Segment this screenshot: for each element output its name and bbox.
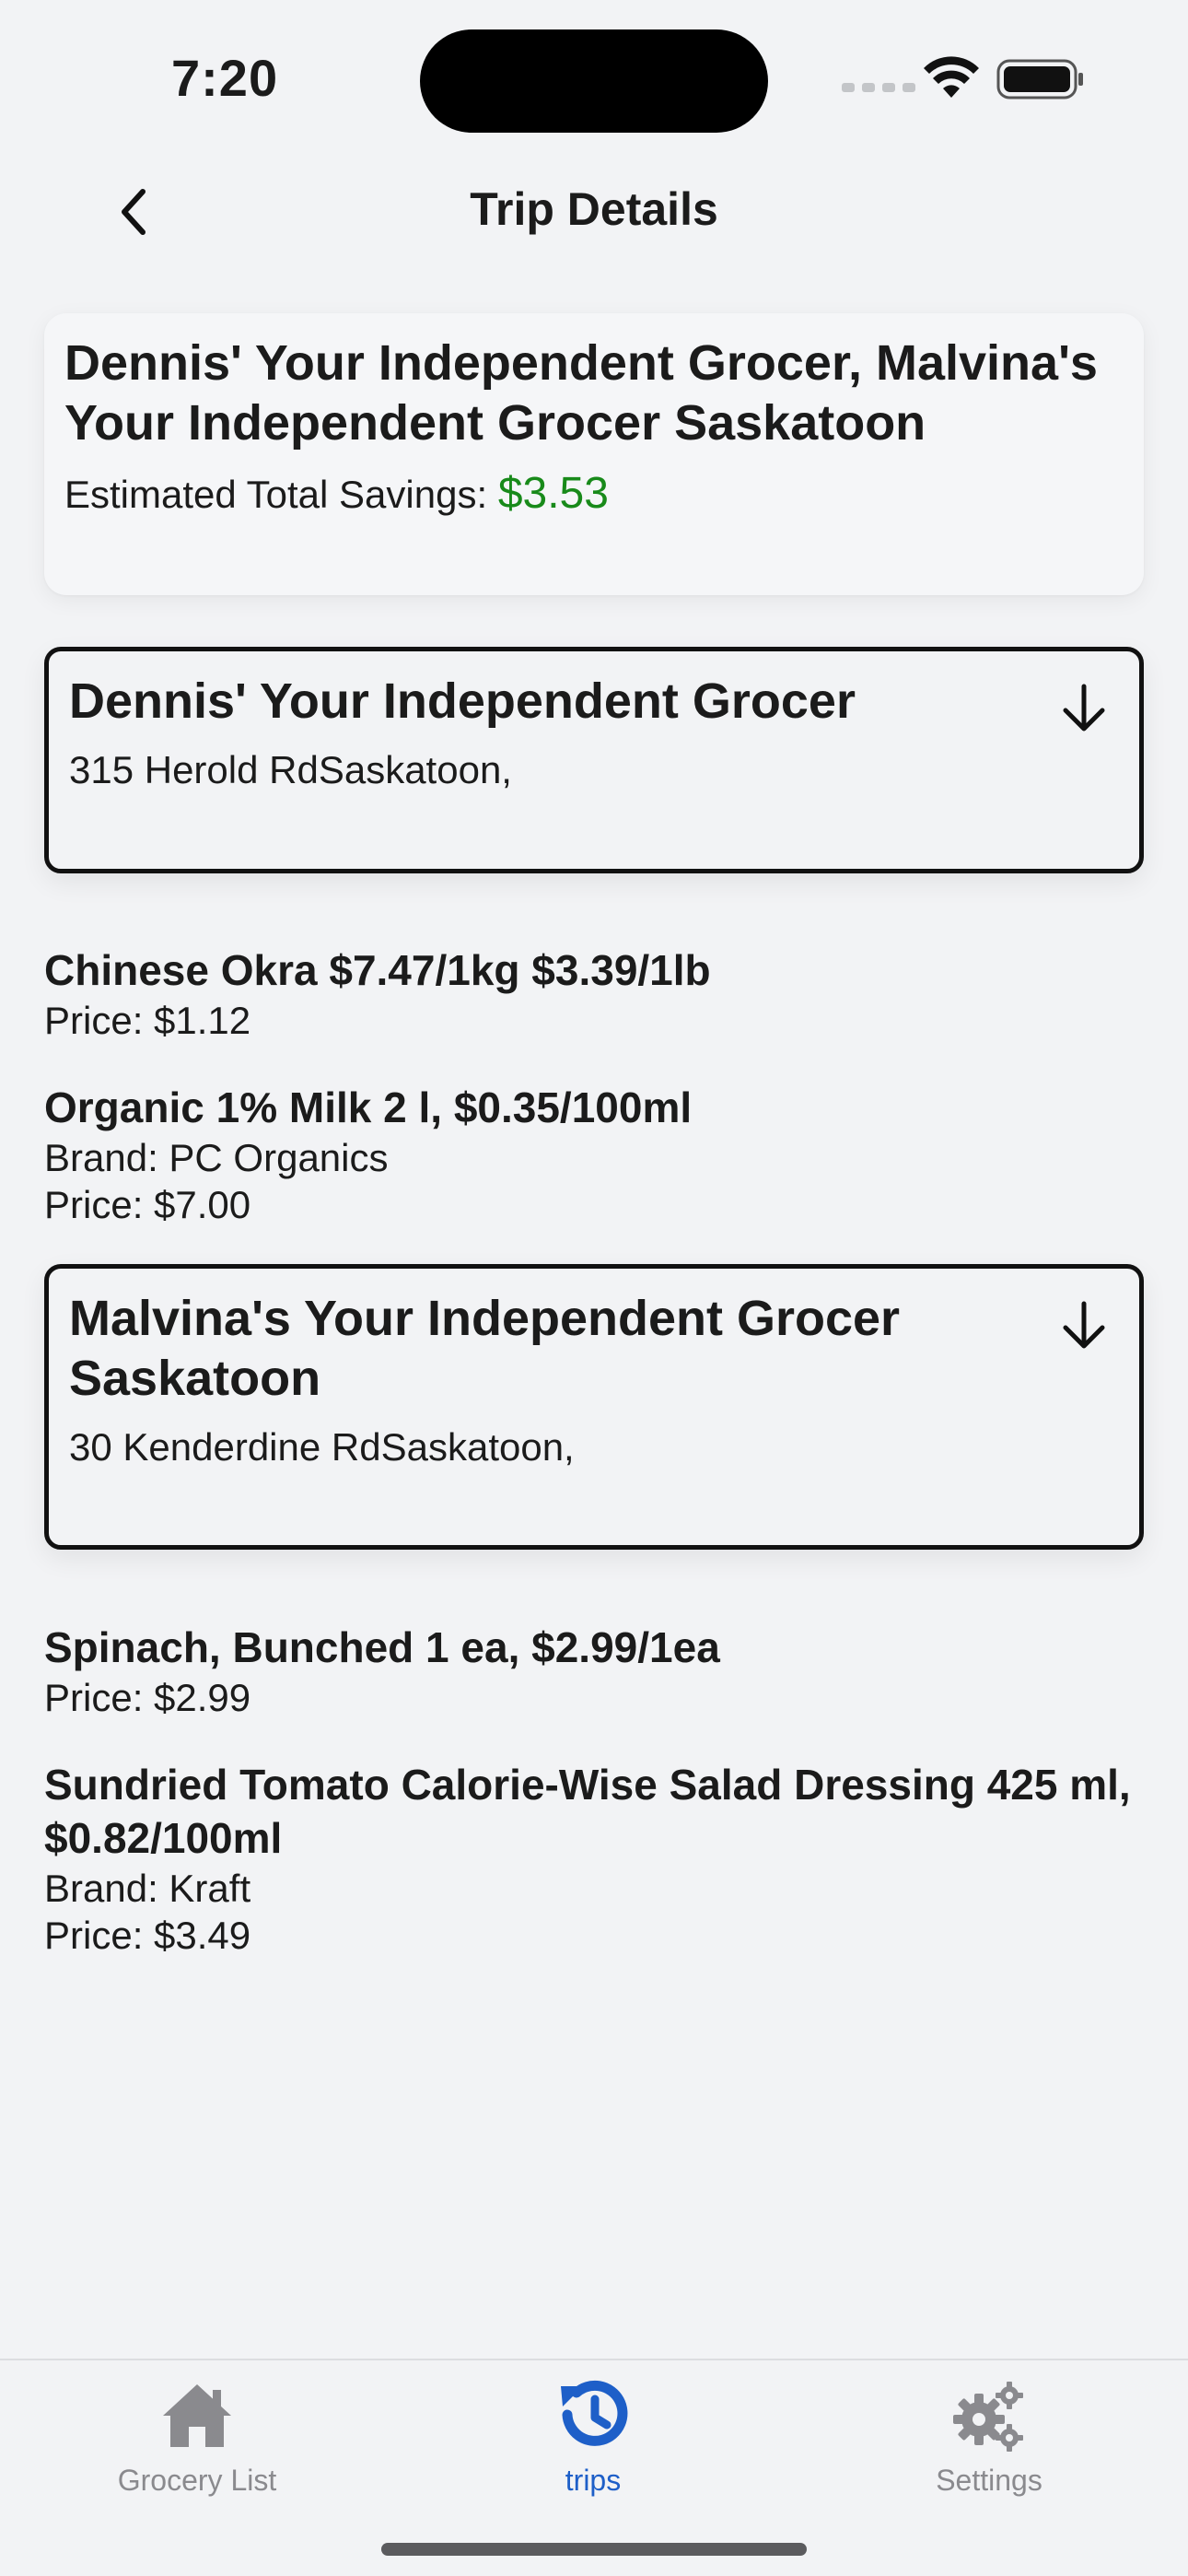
item-price: Price: $3.49	[44, 1914, 251, 1957]
trip-summary-card: Dennis' Your Independent Grocer, Malvina…	[44, 313, 1144, 595]
savings-value: $3.53	[497, 469, 609, 518]
status-time: 7:20	[171, 49, 279, 107]
item-name: Chinese Okra $7.47/1kg $3.39/1lb	[44, 946, 711, 994]
store-name: Malvina's Your Independent Grocer Saskat…	[69, 1291, 901, 1406]
list-item: Organic 1% Milk 2 l, $0.35/100ml Brand: …	[44, 1081, 1144, 1228]
tab-settings[interactable]: Settings	[851, 2373, 1127, 2512]
home-indicator[interactable]	[381, 2543, 807, 2556]
tab-label: trips	[565, 2464, 622, 2497]
store-card[interactable]: Malvina's Your Independent Grocer Saskat…	[44, 1264, 1144, 1550]
estimated-savings: Estimated Total Savings: $3.53	[64, 468, 1124, 521]
page-title: Trip Details	[470, 183, 718, 235]
arrow-down-icon[interactable]	[1056, 1298, 1112, 1353]
item-name: Sundried Tomato Calorie-Wise Salad Dress…	[44, 1761, 1131, 1862]
history-icon	[561, 2380, 628, 2446]
item-price: Price: $1.12	[44, 999, 251, 1042]
item-price: Price: $2.99	[44, 1676, 251, 1719]
home-icon	[163, 2384, 231, 2447]
gears-icon	[953, 2382, 1023, 2452]
battery-icon	[996, 59, 1083, 100]
item-brand: Brand: PC Organics	[44, 1136, 389, 1179]
item-name: Organic 1% Milk 2 l, $0.35/100ml	[44, 1083, 693, 1131]
list-item: Spinach, Bunched 1 ea, $2.99/1ea Price: …	[44, 1621, 1144, 1721]
tab-trips[interactable]: trips	[455, 2373, 731, 2512]
item-name: Spinach, Bunched 1 ea, $2.99/1ea	[44, 1623, 720, 1671]
store-address: 315 Herold RdSaskatoon,	[69, 748, 512, 791]
savings-label: Estimated Total Savings:	[64, 473, 498, 516]
status-bar: 7:20	[0, 0, 1188, 147]
item-price: Price: $7.00	[44, 1183, 251, 1226]
store-address: 30 Kenderdine RdSaskatoon,	[69, 1425, 575, 1469]
store-name: Dennis' Your Independent Grocer	[69, 673, 856, 729]
store-card[interactable]: Dennis' Your Independent Grocer 315 Hero…	[44, 647, 1144, 873]
trip-details-screen: 7:20 Trip Details Dennis' Your Independe…	[0, 0, 1188, 2576]
trip-stores-title: Dennis' Your Independent Grocer, Malvina…	[64, 335, 1098, 451]
wifi-icon	[924, 56, 979, 98]
arrow-down-icon[interactable]	[1056, 681, 1112, 736]
cellular-signal-icon	[842, 83, 915, 92]
list-item: Chinese Okra $7.47/1kg $3.39/1lb Price: …	[44, 943, 1144, 1044]
tab-label: Grocery List	[117, 2464, 277, 2497]
item-brand: Brand: Kraft	[44, 1867, 251, 1910]
dynamic-island	[420, 29, 768, 133]
navigation-bar: Trip Details	[0, 166, 1188, 258]
tab-grocery-list[interactable]: Grocery List	[59, 2373, 335, 2512]
list-item: Sundried Tomato Calorie-Wise Salad Dress…	[44, 1758, 1144, 1959]
tab-label: Settings	[936, 2464, 1042, 2497]
